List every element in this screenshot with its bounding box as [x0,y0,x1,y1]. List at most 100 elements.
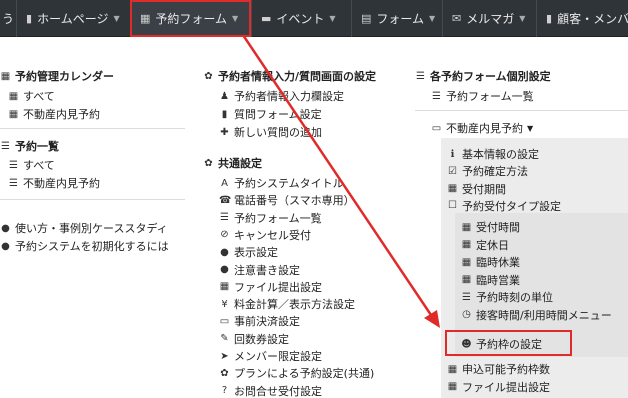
reservation-list-all-label: すべて [23,159,55,172]
user-icon: ♟ [220,90,229,102]
form-setting-link[interactable]: ☑ 予約確定方法 [447,163,528,179]
reservation-list-all-link[interactable]: ☰ すべて [8,157,55,173]
reception-type-link[interactable]: ▦ 臨時休業 [461,254,520,270]
form-setting-label: 予約確定方法 [462,165,528,179]
check-square-icon: ☑ [448,165,457,177]
nav-item-reservation-form[interactable]: ▦ 予約フォーム ▼ [130,0,251,37]
reception-type-label: 予約時刻の単位 [476,291,553,304]
common-setting-link[interactable]: ? お問合せ受付設定 [219,383,322,398]
nav-item-homepage-label: ホームページ [37,12,109,26]
common-setting-label: 予約フォーム一覧 [234,211,322,225]
applicant-input-settings-label: 予約者情報入力欄設定 [234,90,344,103]
common-setting-link[interactable]: ☎ 電話番号（スマホ専用） [219,192,355,208]
yen-icon: ¥ [221,298,228,310]
info-icon: ● [1,240,10,252]
form-list-link[interactable]: ☰ 予約フォーム一覧 [431,88,534,104]
nav-item-reservation-form-label: 予約フォーム [155,12,228,26]
calendar-real-estate-link[interactable]: ▦ 不動産内見予約 [8,106,100,122]
calendar-all-label: すべて [23,90,55,103]
form-real-estate-label: 不動産内見予約 [446,122,523,135]
calendar-check-icon: ▦ [447,183,458,195]
calendar-icon: ▦ [461,239,472,250]
common-setting-link[interactable]: ☰ 予約フォーム一覧 [219,210,322,226]
nav-item-event[interactable]: ▬ イベント ▼ [251,0,351,37]
list-icon: ☰ [9,177,18,189]
add-question-link[interactable]: ✚ 新しい質問の追加 [219,124,322,140]
case-study-link[interactable]: ● 使い方・事例別ケーススタディ [0,220,168,236]
common-setting-link[interactable]: ✿ プランによる予約設定(共通) [219,365,374,381]
nav-item-fragment[interactable]: う [0,0,16,37]
divider [0,199,185,200]
calendar-icon: ▦ [8,108,19,120]
clock-icon: ◷ [462,309,471,320]
list-icon: ☰ [9,159,18,171]
info-icon: ℹ [450,148,455,160]
form-icon: ▤ [361,12,372,25]
reception-type-label: 接客時間/利用時間メニュー [476,308,612,322]
form-real-estate-toggle[interactable]: ▭ 不動産内見予約 ▼ [431,120,533,136]
form-setting-link[interactable]: ℹ 基本情報の設定 [447,146,539,162]
calendar-real-estate-label: 不動産内見予約 [23,108,100,121]
comment-icon: ● [220,246,229,258]
question-form-settings-link[interactable]: ▮ 質問フォーム設定 [219,106,322,122]
calendar-icon: ▦ [0,70,11,82]
nav-item-mail-magazine-label: メルマガ [466,12,515,26]
form-icon: ▭ [431,122,442,134]
caret-down-icon: ▼ [329,14,336,23]
caret-down-icon: ▼ [113,14,120,23]
common-setting-label: プランによる予約設定(共通) [234,367,375,381]
form-setting-link[interactable]: ▦ 受付期間 [447,181,506,197]
question-form-settings-label: 質問フォーム設定 [234,108,322,121]
common-setting-label: お問合せ受付設定 [234,384,322,398]
form-setting-extra-link[interactable]: ▦ 申込可能予約枠数 [447,361,550,377]
form-list-label: 予約フォーム一覧 [446,90,534,103]
common-setting-link[interactable]: ● 表示設定 [219,244,278,260]
form-setting-extra-label: ファイル提出設定 [462,380,550,394]
form-setting-extra-label: 申込可能予約枠数 [462,363,550,376]
user-icon: ➤ [220,350,229,362]
nav-item-form[interactable]: ▤ フォーム ▼ [351,0,442,37]
common-setting-link[interactable]: ⊘ キャンセル受付 [219,227,311,243]
ticket-icon: ✎ [220,333,229,345]
calendar-icon: ▦ [461,256,472,268]
nav-item-customer-member[interactable]: ▮ 顧客・メンバ [536,0,628,37]
reception-type-link[interactable]: ▦ 受付時間 [461,219,520,235]
nav-item-mail-magazine[interactable]: ✉ メルマガ ▼ [442,0,536,37]
calendar-section-title: 予約管理カレンダー [15,70,114,83]
common-setting-link[interactable]: ▦ ファイル提出設定 [219,279,322,295]
common-setting-link[interactable]: ¥ 料金計算／表示方法設定 [219,296,355,312]
nav-item-homepage[interactable]: ▮ ホームページ ▼ [16,0,129,37]
divider [415,110,628,111]
reception-type-label: 臨時休業 [476,256,520,269]
form-setting-link[interactable]: ☐ 予約受付タイプ設定 [447,198,561,214]
common-setting-link[interactable]: A 予約システムタイトル [219,175,344,191]
reception-type-label: 定休日 [476,238,509,252]
common-setting-link[interactable]: ▭ 事前決済設定 [219,313,300,329]
reservation-list-title: 予約一覧 [15,140,59,153]
common-setting-label: ファイル提出設定 [234,280,322,294]
calendar-all-link[interactable]: ▦ すべて [8,88,55,104]
form-setting-label: 基本情報の設定 [462,148,539,161]
init-system-link[interactable]: ● 予約システムを初期化するには [0,238,169,254]
common-setting-link[interactable]: ➤ メンバー限定設定 [219,348,322,364]
reception-type-link[interactable]: ☰ 予約時刻の単位 [461,289,553,305]
list-icon: ☰ [220,212,229,224]
reservation-list-real-estate-link[interactable]: ☰ 不動産内見予約 [8,175,100,191]
common-setting-link[interactable]: ✎ 回数券設定 [219,331,289,347]
reception-type-link[interactable]: ▦ 定休日 [461,237,509,253]
list-icon: ☰ [1,140,10,152]
file-icon: ▮ [26,12,33,25]
reception-type-link[interactable]: ◷ 接客時間/利用時間メニュー [461,307,612,323]
form-setting-extra-link[interactable]: ▦ ファイル提出設定 [447,379,550,395]
calendar-section-header: ▦ 予約管理カレンダー [0,68,114,84]
common-setting-link[interactable]: ● 注意書き設定 [219,262,300,278]
common-setting-label: 電話番号（スマホ専用） [234,194,355,208]
common-setting-label: 注意書き設定 [234,263,300,277]
book-icon: ▮ [546,12,553,25]
calendar-icon: ▦ [447,381,458,392]
applicant-input-settings-link[interactable]: ♟ 予約者情報入力欄設定 [219,88,344,104]
form-setting-label: 受付期間 [462,182,506,196]
reservation-list-header: ☰ 予約一覧 [0,138,59,154]
reception-type-link[interactable]: ▦ 臨時営業 [461,272,520,288]
credit-card-icon: ▭ [219,315,230,327]
